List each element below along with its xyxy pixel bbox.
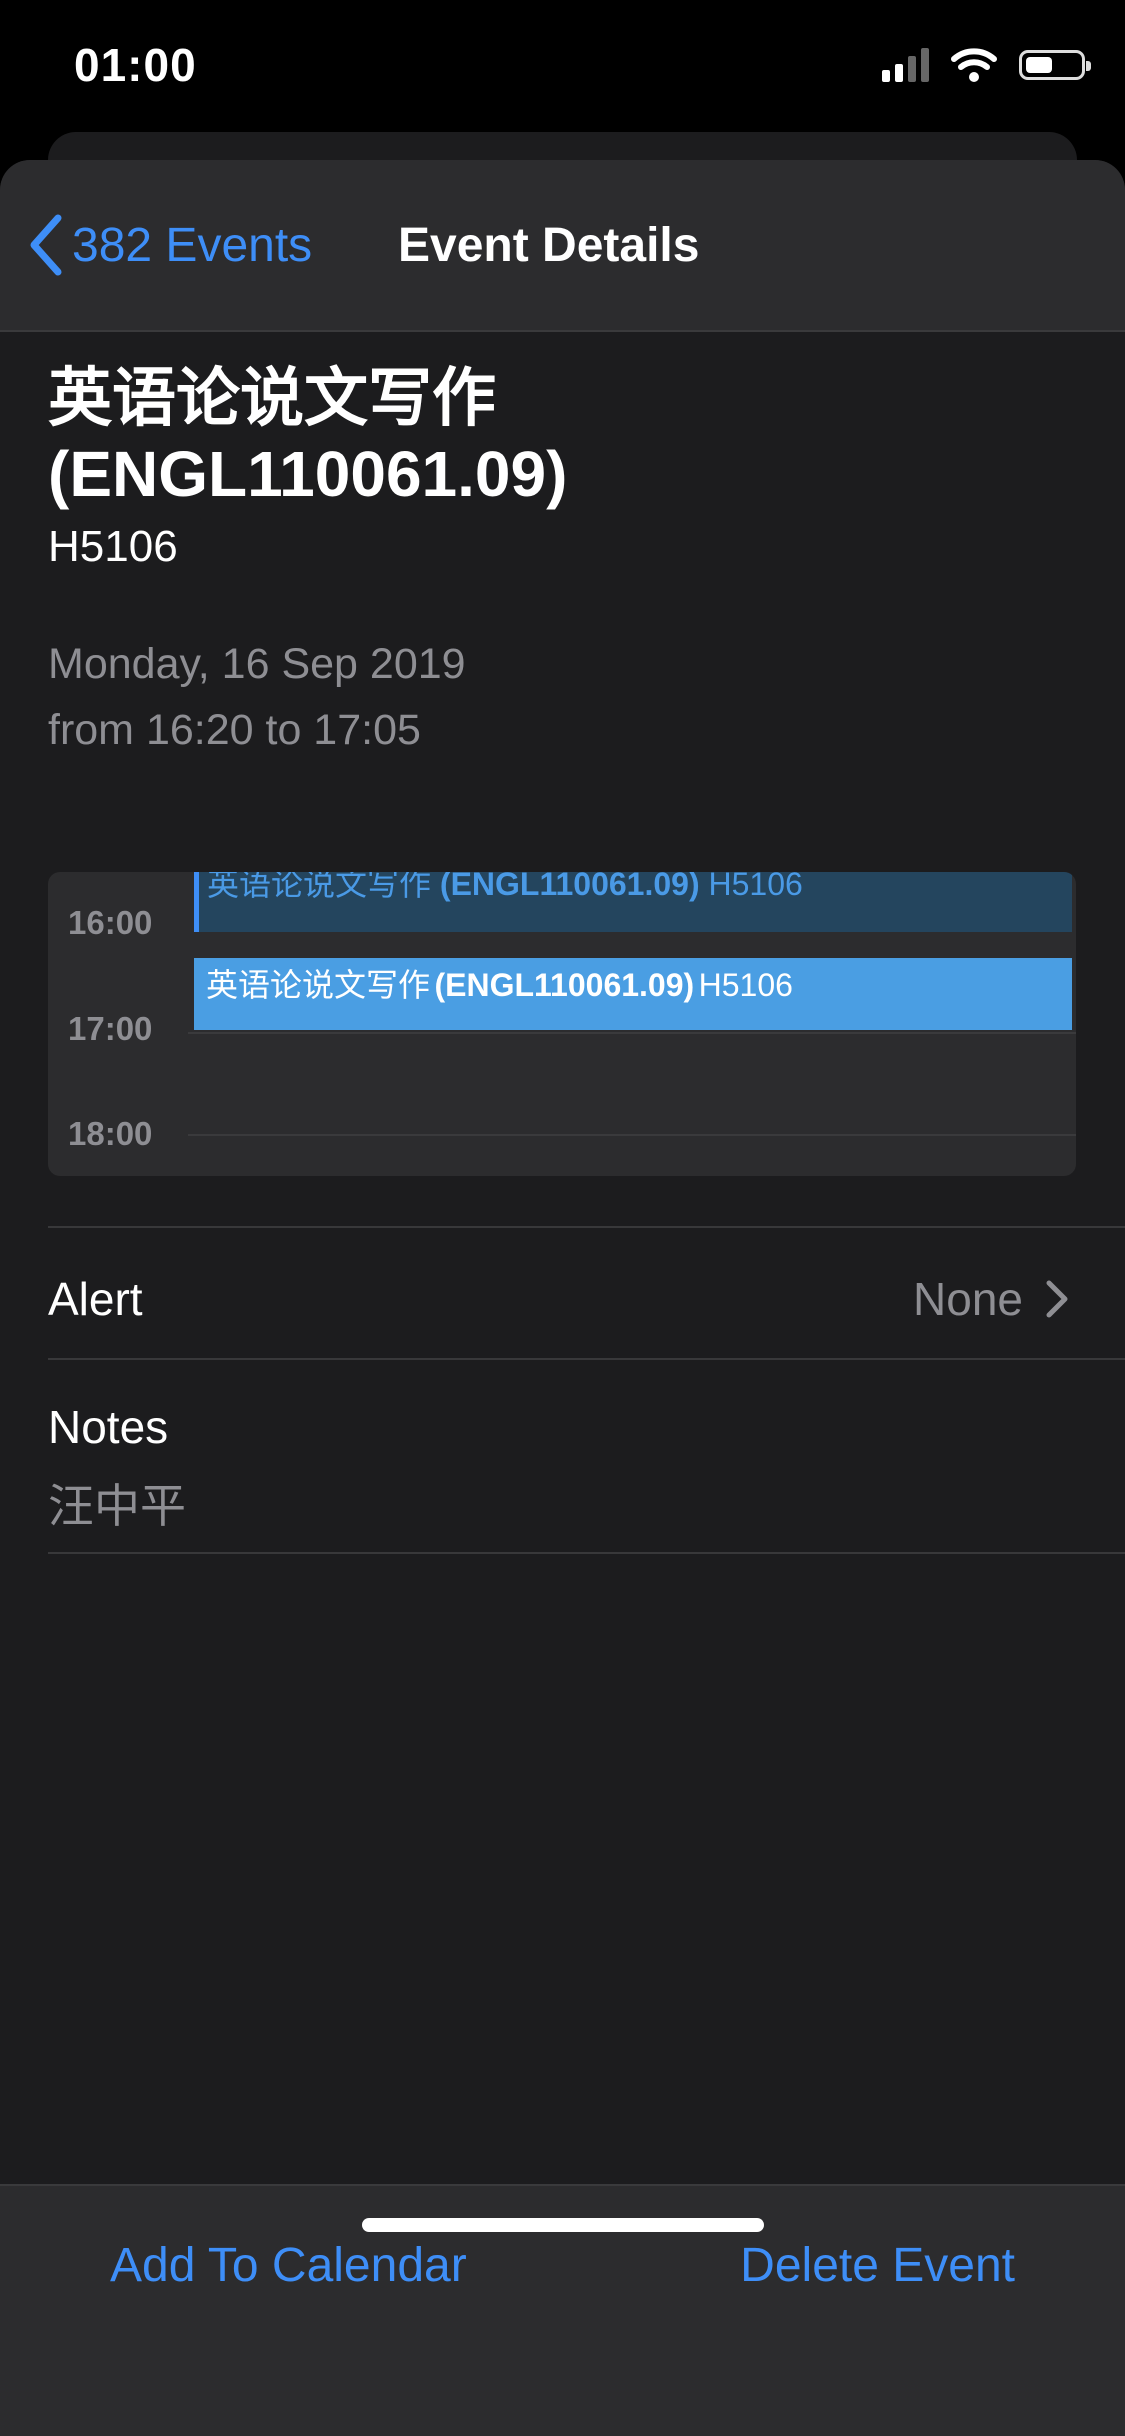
- hour-line: [188, 1134, 1076, 1136]
- back-label: 382 Events: [72, 218, 313, 272]
- event-title: 英语论说文写作 (ENGL110061.09): [48, 360, 1048, 512]
- event-title-code: (ENGL110061.09): [48, 438, 568, 510]
- delete-event-button[interactable]: Delete Event: [740, 2238, 1015, 2293]
- status-icons: [882, 48, 1091, 82]
- alert-value: None: [913, 1273, 1023, 1325]
- alert-label[interactable]: Alert: [48, 1272, 143, 1326]
- current-event-title: 英语论说文写作: [206, 967, 431, 1003]
- hour-line: [188, 1032, 1076, 1034]
- hour-label-18: 18:00: [68, 1115, 153, 1152]
- prev-event-room: H5106: [708, 872, 803, 902]
- event-details-sheet: 382 Events Event Details 英语论说文写作 (ENGL11…: [0, 160, 1125, 2436]
- current-event-block: 英语论说文写作 (ENGL110061.09) H5106: [194, 958, 1072, 1030]
- back-button[interactable]: 382 Events: [26, 210, 312, 280]
- cellular-signal-icon: [882, 48, 929, 82]
- status-time: 01:00: [74, 39, 197, 91]
- page-title: Event Details: [398, 219, 700, 272]
- current-event-room: H5106: [698, 967, 793, 1003]
- notes-label: Notes: [48, 1401, 169, 1453]
- prev-event-code: (ENGL110061.09): [439, 872, 700, 902]
- current-event-code: (ENGL110061.09): [434, 967, 695, 1003]
- divider: [48, 1358, 1125, 1360]
- hour-label-16: 16:00: [68, 904, 153, 941]
- wifi-icon: [951, 48, 997, 82]
- event-location: H5106: [48, 522, 178, 571]
- divider: [48, 1552, 1125, 1554]
- notes-value: 汪中平: [48, 1480, 186, 1532]
- previous-event-block: 英语论说文写作 (ENGL110061.09) H5106: [194, 872, 1072, 932]
- event-time-range: from 16:20 to 17:05: [48, 706, 421, 754]
- chevron-right-icon: [1046, 1280, 1068, 1318]
- battery-icon: [1019, 50, 1091, 80]
- prev-event-title: 英语论说文写作: [207, 872, 432, 902]
- add-to-calendar-button[interactable]: Add To Calendar: [110, 2238, 467, 2293]
- alert-row-value[interactable]: None: [913, 1272, 1069, 1326]
- home-indicator[interactable]: [362, 2218, 764, 2232]
- event-title-name: 英语论说文写作: [48, 362, 496, 434]
- chevron-left-icon: [30, 214, 62, 276]
- hour-label-17: 17:00: [68, 1010, 153, 1047]
- navigation-bar: 382 Events Event Details: [0, 160, 1125, 332]
- calendar-day-preview: 英语论说文写作 (ENGL110061.09) H5106 16:00 17:0…: [48, 872, 1076, 1176]
- divider: [48, 1226, 1125, 1228]
- event-date: Monday, 16 Sep 2019: [48, 640, 466, 688]
